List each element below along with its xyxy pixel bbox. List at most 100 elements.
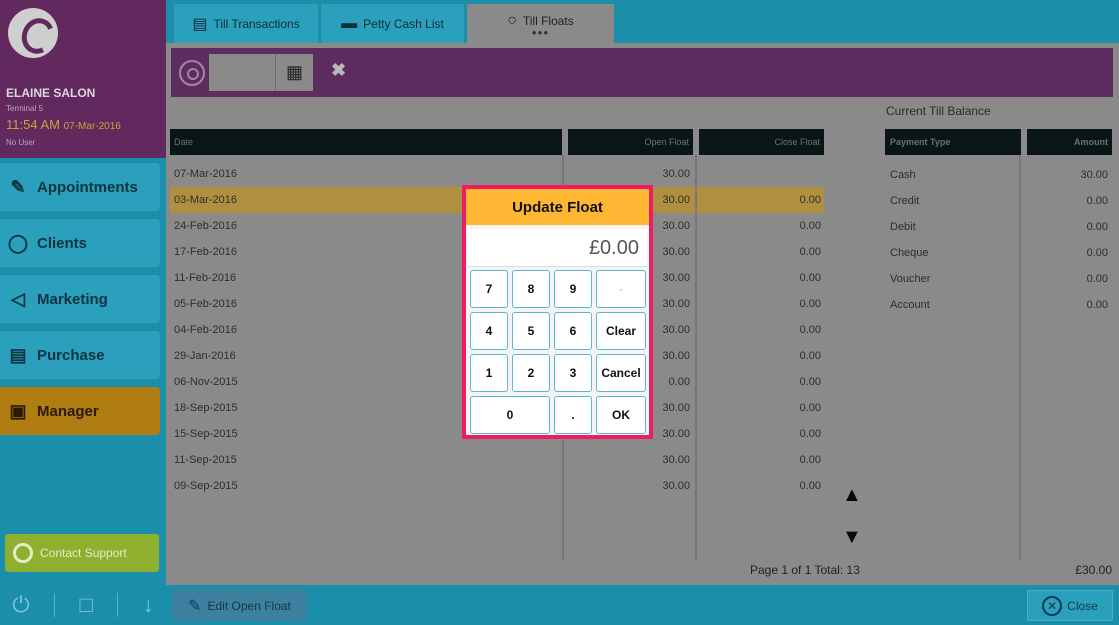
cell-close-float: 0.00 [799, 324, 821, 336]
briefcase-icon: ▣ [9, 400, 27, 421]
cell-date: 17-Feb-2016 [174, 246, 237, 258]
key-2[interactable]: 2 [512, 354, 550, 392]
nav-appointments[interactable]: ✎ Appointments [0, 163, 160, 211]
col-header-close-float: Close Float [699, 129, 824, 155]
col-header-open-float: Open Float [568, 129, 693, 155]
sidebar-header: ELAINE SALON Terminal 5 11:54 AM 07-Mar-… [0, 0, 166, 158]
filter-toolbar: ▦ ✖ [171, 48, 1113, 97]
more-dots-icon: ●●● [531, 27, 550, 37]
key-6[interactable]: 6 [554, 312, 592, 350]
cell-date: 04-Feb-2016 [174, 324, 237, 336]
cell-close-float: 0.00 [799, 194, 821, 206]
cancel-button[interactable]: Cancel [596, 354, 646, 392]
close-button[interactable]: ✕ Close [1027, 590, 1113, 621]
amount-display: £0.00 [468, 229, 647, 267]
divider [117, 593, 119, 617]
tab-label: Petty Cash List [363, 16, 444, 31]
divider [54, 593, 56, 617]
nav-clients[interactable]: ◯ Clients [0, 219, 160, 267]
current-date: 07-Mar-2016 [63, 121, 121, 132]
cell-amount: 0.00 [1086, 273, 1108, 285]
cell-date: 18-Sep-2015 [174, 402, 238, 414]
nav-manager[interactable]: ▣ Manager [0, 387, 160, 435]
nav-label: Purchase [37, 346, 105, 364]
contact-support-button[interactable]: Contact Support [5, 534, 159, 572]
cell-date: 09-Sep-2015 [174, 480, 238, 492]
search-icon [179, 60, 205, 86]
key-7[interactable]: 7 [470, 270, 508, 308]
tab-petty-cash-list[interactable]: ▬ Petty Cash List [321, 4, 464, 43]
cell-date: 03-Mar-2016 [174, 194, 237, 206]
cell-amount: 0.00 [1086, 299, 1108, 311]
scroll-down-icon[interactable]: ▼ [842, 526, 862, 549]
edit-open-float-button[interactable]: ✎ Edit Open Float [172, 590, 307, 621]
arrow-down-icon[interactable]: ↓ [143, 592, 154, 618]
close-circle-icon: ✕ [1042, 595, 1063, 616]
cell-date: 05-Feb-2016 [174, 298, 237, 310]
cell-date: 24-Feb-2016 [174, 220, 237, 232]
cell-open-float: 30.00 [662, 168, 690, 180]
cell-close-float: 0.00 [799, 272, 821, 284]
nav-purchase[interactable]: ▤ Purchase [0, 331, 160, 379]
cell-close-float: 0.00 [799, 454, 821, 466]
clock: 11:54 AM 07-Mar-2016 [6, 117, 121, 132]
pager: Page 1 of 1 Total: 13 [750, 563, 860, 577]
cell-date: 11-Feb-2016 [174, 272, 237, 284]
cell-close-float: 0.00 [799, 350, 821, 362]
lock-icon[interactable]: □ [80, 592, 93, 618]
tab-till-transactions[interactable]: ▤ Till Transactions [174, 4, 318, 43]
cell-date: 15-Sep-2015 [174, 428, 238, 440]
cell-date: 11-Sep-2015 [174, 454, 237, 466]
nav-marketing[interactable]: ◁ Marketing [0, 275, 160, 323]
cell-date: 06-Nov-2015 [174, 376, 238, 388]
app-logo-icon [8, 8, 58, 58]
coins-icon: ○ [507, 11, 517, 29]
cell-open-float: 30.00 [662, 454, 690, 466]
key-3[interactable]: 3 [554, 354, 592, 392]
cell-close-float: 0.00 [799, 402, 821, 414]
footer-bar [166, 585, 1119, 625]
key-4[interactable]: 4 [470, 312, 508, 350]
button-label: Close [1067, 598, 1098, 613]
lifebuoy-icon [13, 543, 33, 563]
column-divider [1019, 155, 1021, 560]
cell-close-float: 0.00 [799, 298, 821, 310]
pencil-icon: ✎ [188, 597, 202, 615]
tab-till-floats[interactable]: ○ Till Floats ●●● [467, 4, 614, 43]
power-icon[interactable]: ⏻ [12, 592, 29, 618]
dialog-title: Update Float [466, 189, 649, 225]
col-header-date: Date [170, 129, 562, 155]
cell-close-float: 0.00 [799, 220, 821, 232]
cell-close-float: 0.00 [799, 376, 821, 388]
date-filter-input[interactable] [209, 54, 275, 91]
key-decimal[interactable]: . [554, 396, 592, 434]
calendar-icon[interactable]: ▦ [275, 54, 313, 91]
tab-row: ○ Till Floats [507, 12, 574, 30]
ok-button[interactable]: OK [596, 396, 646, 434]
cell-close-float: 0.00 [799, 246, 821, 258]
balance-total: £30.00 [1075, 563, 1112, 577]
megaphone-icon: ◁ [11, 288, 25, 309]
key-minus[interactable]: - [596, 270, 646, 308]
nav-label: Marketing [37, 290, 108, 308]
key-0[interactable]: 0 [470, 396, 550, 434]
cell-close-float: 0.00 [799, 428, 821, 440]
key-8[interactable]: 8 [512, 270, 550, 308]
key-5[interactable]: 5 [512, 312, 550, 350]
key-1[interactable]: 1 [470, 354, 508, 392]
cell-amount: 30.00 [1080, 169, 1108, 181]
cell-payment-type: Voucher [890, 273, 931, 285]
cell-open-float: 30.00 [662, 480, 690, 492]
table-row[interactable] [170, 161, 824, 187]
clear-filter-icon[interactable]: ✖ [331, 60, 346, 81]
sidebar: ELAINE SALON Terminal 5 11:54 AM 07-Mar-… [0, 0, 166, 625]
column-divider [695, 155, 697, 560]
cell-amount: 0.00 [1086, 195, 1108, 207]
scroll-up-icon[interactable]: ▲ [842, 484, 862, 507]
sidebar-footer: ⏻ □ ↓ [0, 585, 166, 625]
key-9[interactable]: 9 [554, 270, 592, 308]
cell-payment-type: Cheque [890, 247, 929, 259]
clear-button[interactable]: Clear [596, 312, 646, 350]
nav-label: Appointments [37, 178, 138, 196]
cell-payment-type: Debit [890, 221, 916, 233]
